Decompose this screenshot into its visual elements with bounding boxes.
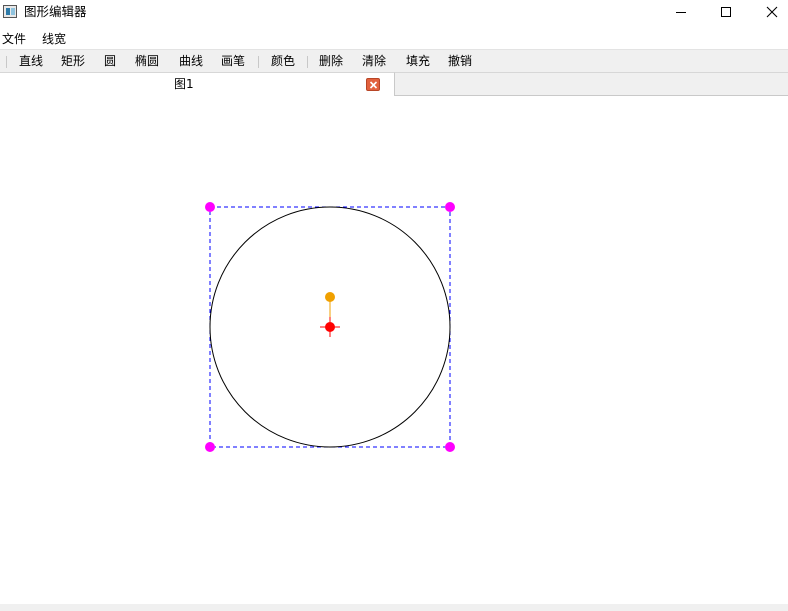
- tab-bar: 图1: [0, 72, 788, 96]
- resize-handle-top-right[interactable]: [445, 202, 455, 212]
- app-icon: [3, 5, 17, 18]
- tool-curve-button[interactable]: 曲线: [179, 54, 203, 69]
- tool-ellipse-button[interactable]: 椭圆: [135, 54, 159, 69]
- tool-circle-button[interactable]: 圆: [104, 54, 116, 69]
- tool-rect-button[interactable]: 矩形: [61, 54, 85, 69]
- clear-button[interactable]: 清除: [362, 54, 386, 69]
- toolbar-separator: [258, 56, 259, 68]
- delete-button[interactable]: 删除: [319, 54, 343, 69]
- close-icon: [766, 6, 778, 18]
- drawing-canvas[interactable]: [0, 96, 788, 604]
- tool-line-button[interactable]: 直线: [19, 54, 43, 69]
- minimize-icon: [676, 12, 686, 13]
- close-tab-icon: [369, 81, 378, 89]
- status-strip: [0, 604, 788, 611]
- resize-handle-bottom-right[interactable]: [445, 442, 455, 452]
- color-button[interactable]: 颜色: [271, 54, 295, 69]
- close-tab-button[interactable]: [366, 78, 380, 91]
- canvas-svg: [205, 202, 455, 452]
- undo-button[interactable]: 撤销: [448, 54, 472, 69]
- window-title: 图形编辑器: [24, 4, 87, 19]
- tool-pen-button[interactable]: 画笔: [221, 54, 245, 69]
- menu-file[interactable]: 文件: [2, 31, 26, 47]
- maximize-button[interactable]: [703, 0, 749, 24]
- center-handle[interactable]: [325, 322, 335, 332]
- title-bar: 图形编辑器: [0, 0, 788, 26]
- toolbar-separator: [307, 56, 308, 68]
- tab-label: 图1: [174, 77, 194, 91]
- tab-figure-1[interactable]: 图1: [0, 72, 395, 96]
- toolbar: 直线 矩形 圆 椭圆 曲线 画笔 颜色 删除 清除 填充 撤销: [0, 49, 788, 72]
- minimize-button[interactable]: [658, 0, 704, 24]
- rotate-handle[interactable]: [325, 292, 335, 302]
- toolbar-separator: [6, 56, 7, 68]
- resize-handle-top-left[interactable]: [205, 202, 215, 212]
- menu-line-width[interactable]: 线宽: [42, 31, 66, 47]
- maximize-icon: [721, 7, 731, 17]
- fill-button[interactable]: 填充: [406, 54, 430, 69]
- close-button[interactable]: [749, 0, 788, 24]
- resize-handle-bottom-left[interactable]: [205, 442, 215, 452]
- menu-bar: 文件 线宽: [0, 28, 788, 49]
